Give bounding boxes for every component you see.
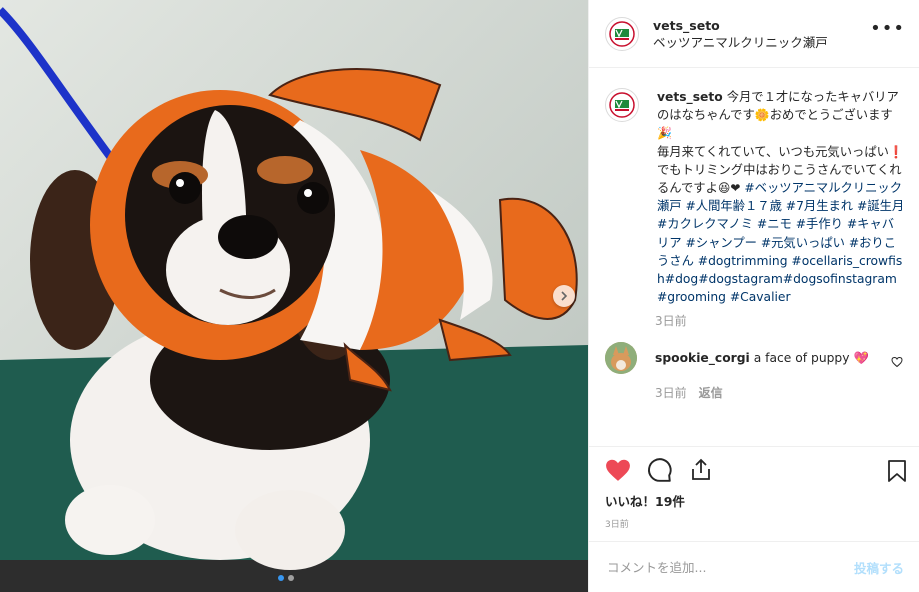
comment-body: a face of puppy: [753, 350, 850, 365]
comment-meta: 3日前 返信: [655, 384, 905, 401]
caption-text: vets_seto 今月で１才になったキャバリアのはなちゃんです🌼おめでとうござい…: [657, 88, 905, 306]
chevron-right-icon: [561, 291, 568, 301]
carousel-dot: [288, 575, 294, 581]
add-comment-bar: 投稿する: [589, 541, 919, 592]
vets-logo-avatar[interactable]: [605, 16, 639, 51]
caption-author-avatar[interactable]: [605, 88, 639, 122]
party-popper-emoji: 🎉: [657, 126, 672, 141]
comment-item: spookie_corgi a face of puppy 💖: [605, 342, 905, 375]
comment-time[interactable]: 3日前: [655, 386, 687, 400]
clinic-logo-icon: [609, 20, 635, 47]
action-bar: [589, 446, 919, 494]
save-button[interactable]: [886, 459, 908, 487]
corgi-avatar-icon: [605, 342, 637, 375]
caption-time[interactable]: 3日前: [655, 312, 905, 329]
share-icon: [692, 458, 710, 480]
ellipsis-horizontal-icon[interactable]: •••: [870, 20, 905, 38]
caption-username[interactable]: vets_seto: [657, 90, 723, 104]
caption-hashtags[interactable]: #ベッツアニマルクリニック瀬戸 #人間年齢１７歳 #7月生まれ #誕生月 #カク…: [657, 181, 904, 304]
post-date[interactable]: 3日前: [605, 517, 629, 530]
grinning-emoji: 😆: [717, 181, 731, 196]
comment-text: spookie_corgi a face of puppy 💖: [655, 351, 869, 366]
exclamation-emoji: ❗: [888, 144, 904, 159]
bookmark-icon: [888, 460, 906, 482]
sparkling-heart-emoji: 💖: [853, 350, 869, 365]
commenter-avatar[interactable]: [605, 342, 637, 375]
likes-count[interactable]: いいね！19件: [605, 491, 685, 510]
post-photo[interactable]: [0, 0, 588, 592]
carousel-indicator: [278, 575, 294, 581]
clinic-logo-icon: [609, 92, 635, 118]
photo-image: [0, 0, 588, 592]
post-side-panel: vets_seto ベッツアニマルクリニック瀬戸 ••• vets_seto 今月…: [588, 0, 919, 592]
flower-emoji: 🌼: [754, 108, 770, 123]
post-comment-button[interactable]: 投稿する: [854, 558, 904, 577]
heart-filled-icon: [606, 459, 630, 481]
comment-like-button[interactable]: [891, 353, 903, 372]
post-header: vets_seto ベッツアニマルクリニック瀬戸 •••: [589, 0, 919, 68]
caption-line3: 毎月来てくれていて、いつも元気いっぱい: [657, 144, 889, 159]
like-button[interactable]: [605, 458, 631, 486]
comments-section: vets_seto 今月で１才になったキャバリアのはなちゃんです🌼おめでとうござい…: [605, 88, 905, 401]
comment-bubble-icon: [648, 458, 672, 482]
comment-button[interactable]: [647, 457, 673, 487]
carousel-next-button[interactable]: [553, 285, 575, 307]
carousel-dot: [278, 575, 284, 581]
reply-button[interactable]: 返信: [699, 386, 723, 400]
commenter-username[interactable]: spookie_corgi: [655, 351, 750, 365]
caption: vets_seto 今月で１才になったキャバリアのはなちゃんです🌼おめでとうござい…: [605, 88, 905, 306]
heart-emoji: ❤: [730, 181, 741, 196]
comment-input[interactable]: [605, 558, 854, 576]
post-location[interactable]: ベッツアニマルクリニック瀬戸: [653, 34, 828, 51]
caption-line2: おめでとうございます: [769, 108, 893, 123]
heart-outline-icon: [891, 357, 903, 368]
share-button[interactable]: [689, 458, 713, 486]
post-author-username[interactable]: vets_seto: [653, 17, 828, 34]
